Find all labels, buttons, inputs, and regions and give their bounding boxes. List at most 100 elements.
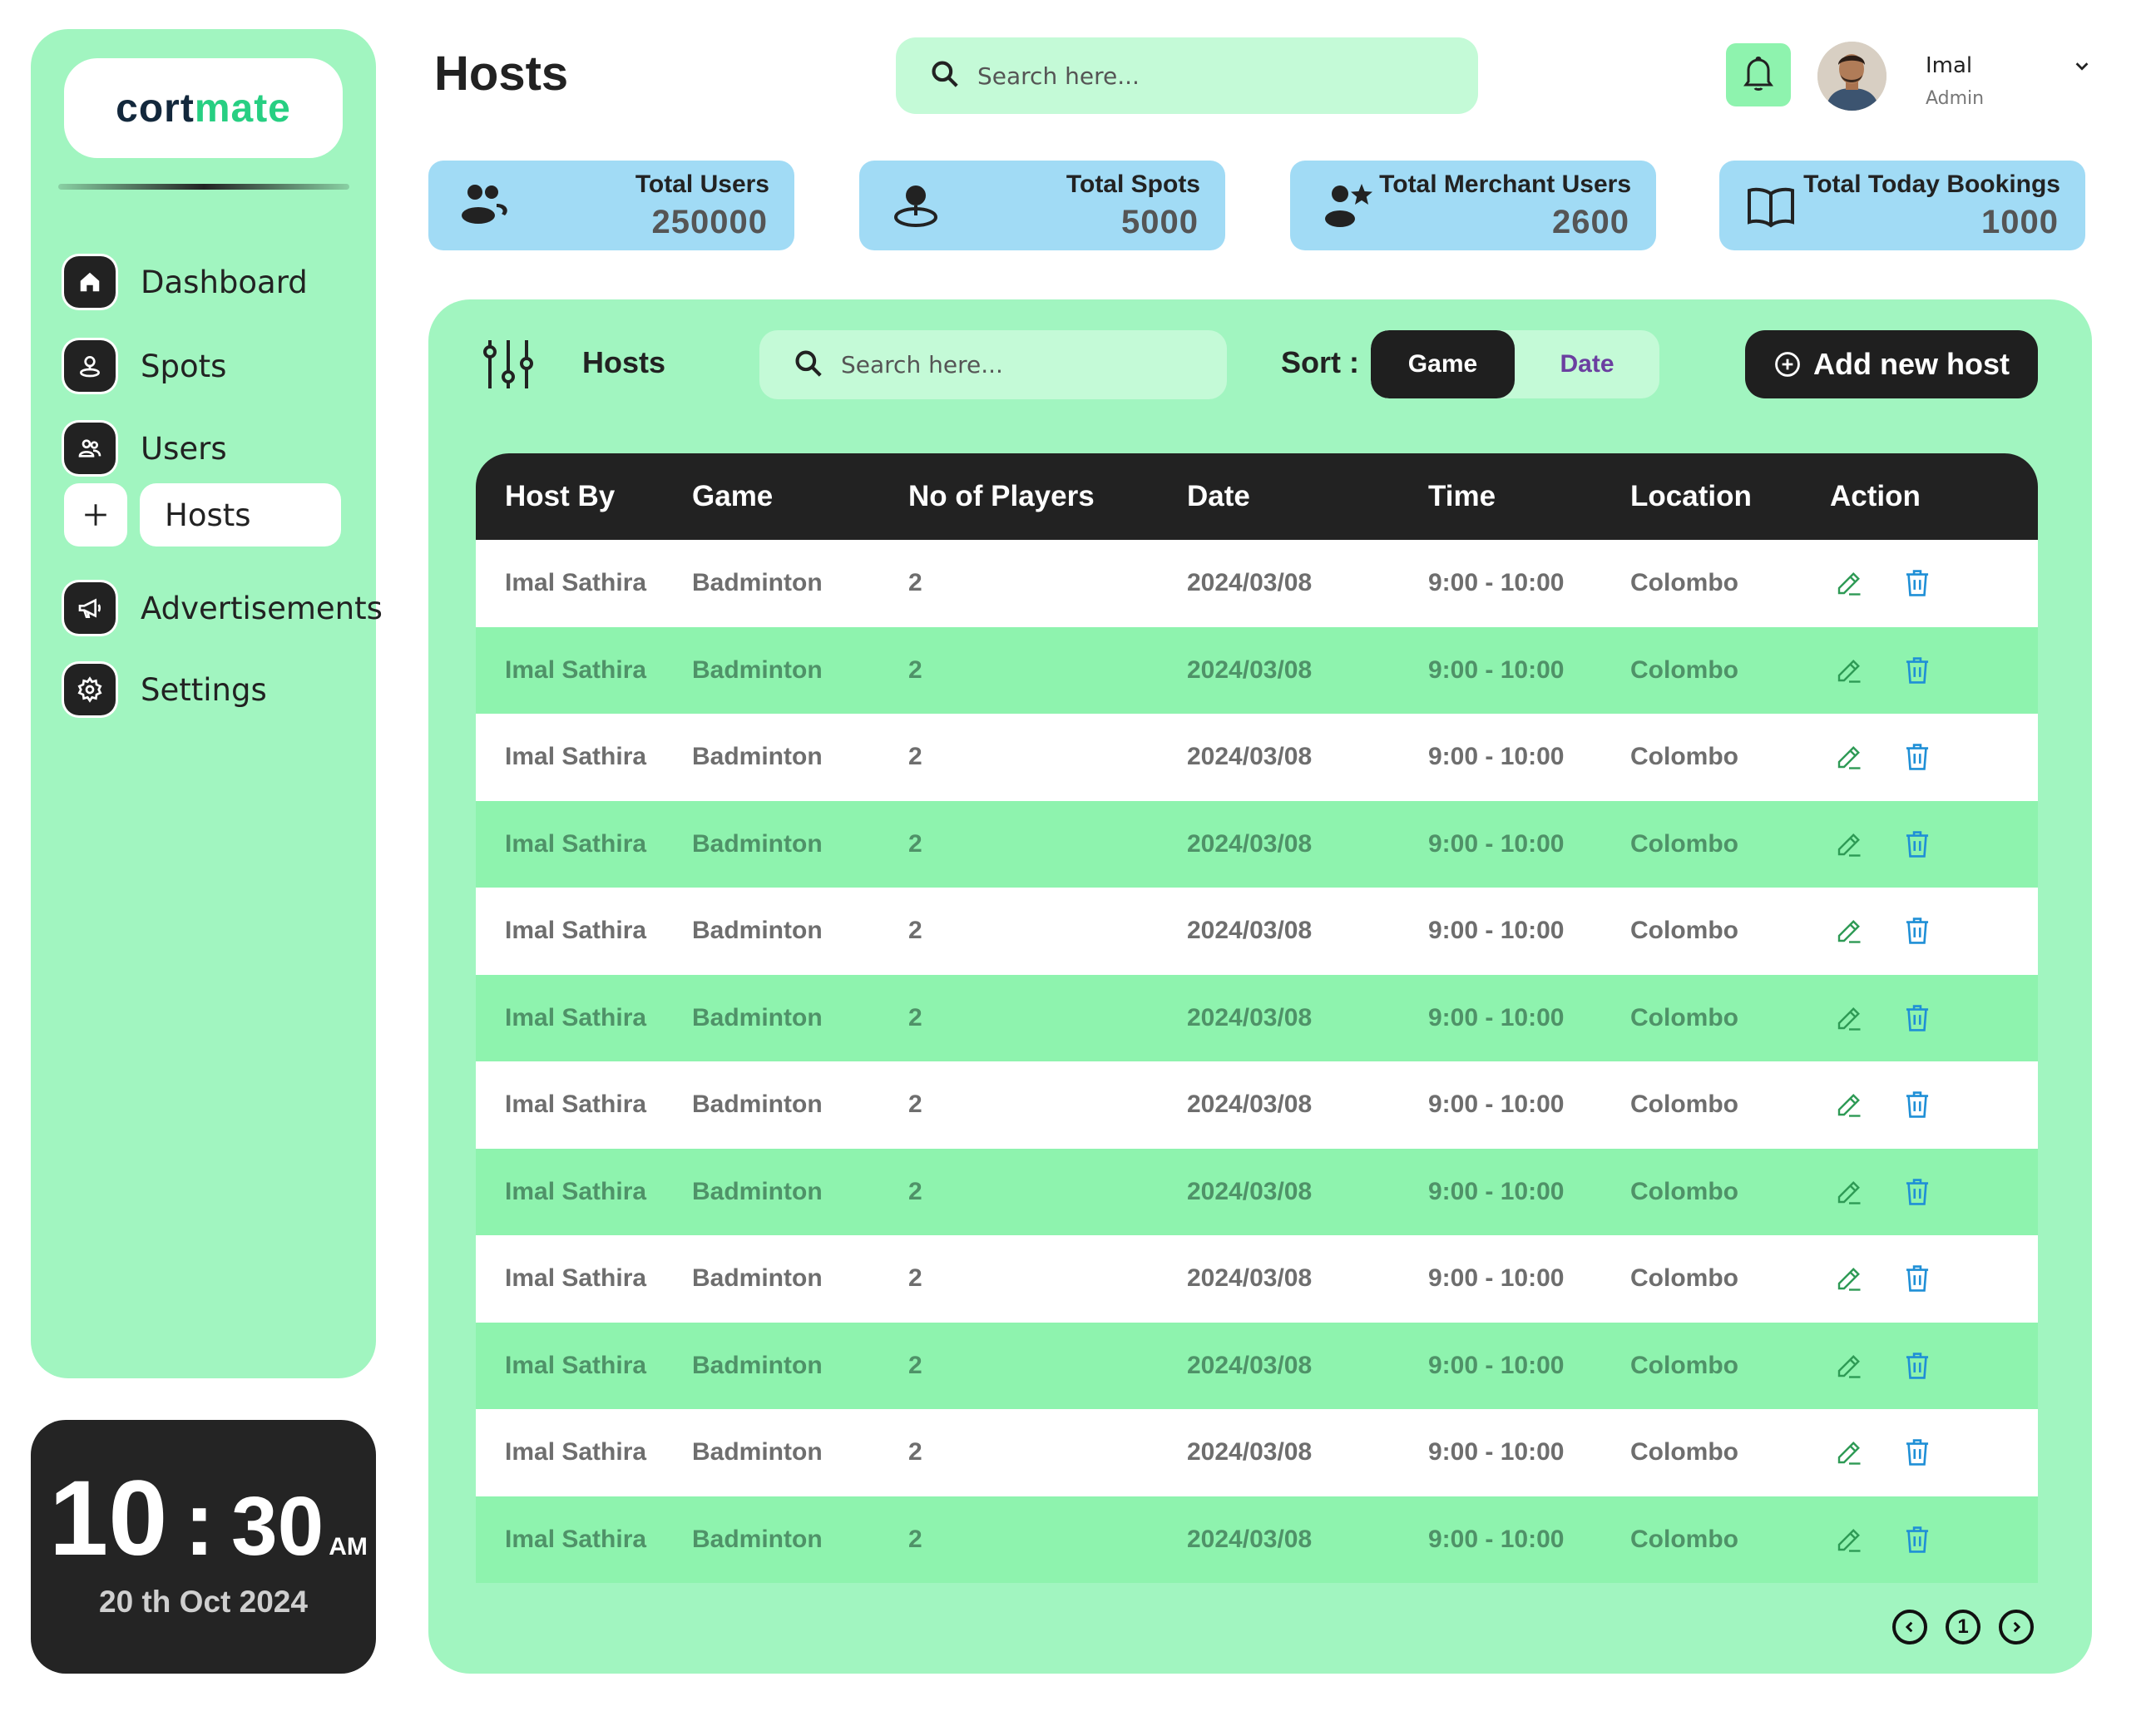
cell-game: Badminton xyxy=(692,1438,823,1466)
edit-icon[interactable] xyxy=(1832,1523,1866,1556)
cell-game: Badminton xyxy=(692,655,823,684)
chevron-down-icon[interactable] xyxy=(2073,57,2091,78)
cell-game: Badminton xyxy=(692,1351,823,1379)
edit-icon[interactable] xyxy=(1832,1088,1866,1121)
delete-icon[interactable] xyxy=(1901,1002,1934,1035)
cell-action xyxy=(1830,654,2038,687)
delete-icon[interactable] xyxy=(1901,914,1934,947)
table-row[interactable]: Imal Sathira Badminton 2 2024/03/08 9:00 - 1… xyxy=(476,626,2038,714)
cell-date: 2024/03/08 xyxy=(1187,1177,1313,1205)
table-row[interactable]: Imal Sathira Badminton 2 2024/03/08 9:00 - 1… xyxy=(476,714,2038,801)
table-header: Host By Game No of Players Date Time Loc… xyxy=(476,453,2038,540)
edit-icon[interactable] xyxy=(1832,654,1866,687)
delete-icon[interactable] xyxy=(1901,566,1934,600)
column-header-location[interactable]: Location xyxy=(1630,480,1830,513)
delete-icon[interactable] xyxy=(1901,1175,1934,1209)
table-row[interactable]: Imal Sathira Badminton 2 2024/03/08 9:00 - 1… xyxy=(476,1061,2038,1149)
edit-icon[interactable] xyxy=(1832,1002,1866,1035)
sort-option-game[interactable]: Game xyxy=(1371,330,1515,398)
table-row[interactable]: Imal Sathira Badminton 2 2024/03/08 9:00 - 1… xyxy=(476,888,2038,975)
sidebar-item-spots[interactable]: Spots xyxy=(64,339,226,393)
current-page[interactable]: 1 xyxy=(1946,1610,1980,1645)
users-icon xyxy=(460,181,513,230)
cell-host-by: Imal Sathira xyxy=(505,1177,647,1205)
table-row[interactable]: Imal Sathira Badminton 2 2024/03/08 9:00 - 1… xyxy=(476,800,2038,888)
cell-game: Badminton xyxy=(692,1091,823,1119)
cell-time: 9:00 - 10:00 xyxy=(1428,1351,1565,1379)
panel-search-bar[interactable] xyxy=(759,330,1227,399)
sidebar-item-dashboard[interactable]: Dashboard xyxy=(64,255,308,309)
megaphone-icon xyxy=(64,582,116,634)
table-row[interactable]: Imal Sathira Badminton 2 2024/03/08 9:00 - 1… xyxy=(476,1148,2038,1235)
user-name[interactable]: Imal xyxy=(1926,53,1972,78)
edit-icon[interactable] xyxy=(1832,914,1866,947)
sidebar-item-users[interactable]: Users xyxy=(64,422,227,475)
sort-label: Sort : xyxy=(1281,345,1359,379)
column-header-players[interactable]: No of Players xyxy=(908,480,1187,513)
cell-action xyxy=(1830,1262,2038,1295)
cell-action xyxy=(1830,740,2038,774)
notification-button[interactable] xyxy=(1726,43,1791,106)
sidebar-item-advertisements[interactable]: Advertisements xyxy=(64,581,383,635)
column-header-date[interactable]: Date xyxy=(1187,480,1428,513)
avatar[interactable] xyxy=(1817,42,1886,111)
column-header-host-by[interactable]: Host By xyxy=(476,480,692,513)
edit-icon[interactable] xyxy=(1832,1436,1866,1469)
add-new-host-button[interactable]: Add new host xyxy=(1745,330,2038,398)
add-new-host-label: Add new host xyxy=(1813,347,2010,381)
cell-date: 2024/03/08 xyxy=(1187,1525,1313,1553)
location-pin-icon xyxy=(891,181,941,234)
stat-card-total-merchant-users: Total Merchant Users 2600 xyxy=(1290,161,1656,250)
sidebar-item-hosts[interactable]: Hosts xyxy=(64,483,341,547)
edit-icon[interactable] xyxy=(1832,828,1866,861)
cell-game: Badminton xyxy=(692,569,823,597)
brand-logo[interactable]: cort mate xyxy=(64,58,343,158)
edit-icon[interactable] xyxy=(1832,566,1866,600)
table-row[interactable]: Imal Sathira Badminton 2 2024/03/08 9:00 - 1… xyxy=(476,1235,2038,1323)
cell-date: 2024/03/08 xyxy=(1187,1264,1313,1293)
column-header-time[interactable]: Time xyxy=(1428,480,1630,513)
delete-icon[interactable] xyxy=(1901,1523,1934,1556)
plus-icon[interactable] xyxy=(64,483,127,547)
table-row[interactable]: Imal Sathira Badminton 2 2024/03/08 9:00 - 1… xyxy=(476,974,2038,1061)
cell-players: 2 xyxy=(908,829,922,858)
sidebar-item-settings[interactable]: Settings xyxy=(64,663,267,716)
delete-icon[interactable] xyxy=(1901,740,1934,774)
delete-icon[interactable] xyxy=(1901,1436,1934,1469)
table-row[interactable]: Imal Sathira Badminton 2 2024/03/08 9:00 - 1… xyxy=(476,540,2038,627)
edit-icon[interactable] xyxy=(1832,1262,1866,1295)
edit-icon[interactable] xyxy=(1832,1349,1866,1382)
delete-icon[interactable] xyxy=(1901,1088,1934,1121)
bell-icon xyxy=(1738,52,1778,97)
stat-card-total-spots: Total Spots 5000 xyxy=(859,161,1225,250)
delete-icon[interactable] xyxy=(1901,1349,1934,1382)
prev-page-button[interactable] xyxy=(1892,1610,1927,1645)
top-search-bar[interactable] xyxy=(896,37,1478,114)
delete-icon[interactable] xyxy=(1901,1262,1934,1295)
edit-icon[interactable] xyxy=(1832,1175,1866,1209)
sidebar: cort mate Dashboard Spots Users Hosts Adv… xyxy=(31,29,383,1378)
search-input[interactable] xyxy=(841,351,1227,378)
delete-icon[interactable] xyxy=(1901,654,1934,687)
table-row[interactable]: Imal Sathira Badminton 2 2024/03/08 9:00 - 1… xyxy=(476,1322,2038,1409)
delete-icon[interactable] xyxy=(1901,828,1934,861)
column-header-game[interactable]: Game xyxy=(692,480,908,513)
search-input[interactable] xyxy=(977,62,1410,90)
next-page-button[interactable] xyxy=(1999,1610,2034,1645)
stat-label: Total Spots xyxy=(1066,171,1200,198)
home-icon xyxy=(64,256,116,308)
table-row[interactable]: Imal Sathira Badminton 2 2024/03/08 9:00 - 1… xyxy=(476,1496,2038,1583)
cell-game: Badminton xyxy=(692,1525,823,1553)
sidebar-item-label: Advertisements xyxy=(141,590,383,626)
sort-option-date[interactable]: Date xyxy=(1515,330,1659,398)
cell-location: Colombo xyxy=(1630,743,1738,771)
edit-icon[interactable] xyxy=(1832,740,1866,774)
sidebar-item-label: Dashboard xyxy=(141,264,308,300)
filter-sliders-icon[interactable] xyxy=(480,337,538,395)
cell-location: Colombo xyxy=(1630,917,1738,945)
cell-time: 9:00 - 10:00 xyxy=(1428,1525,1565,1553)
pagination: 1 xyxy=(1892,1610,2052,1645)
table-row[interactable]: Imal Sathira Badminton 2 2024/03/08 9:00 - 1… xyxy=(476,1409,2038,1496)
cell-players: 2 xyxy=(908,1525,922,1553)
cell-location: Colombo xyxy=(1630,1438,1738,1466)
